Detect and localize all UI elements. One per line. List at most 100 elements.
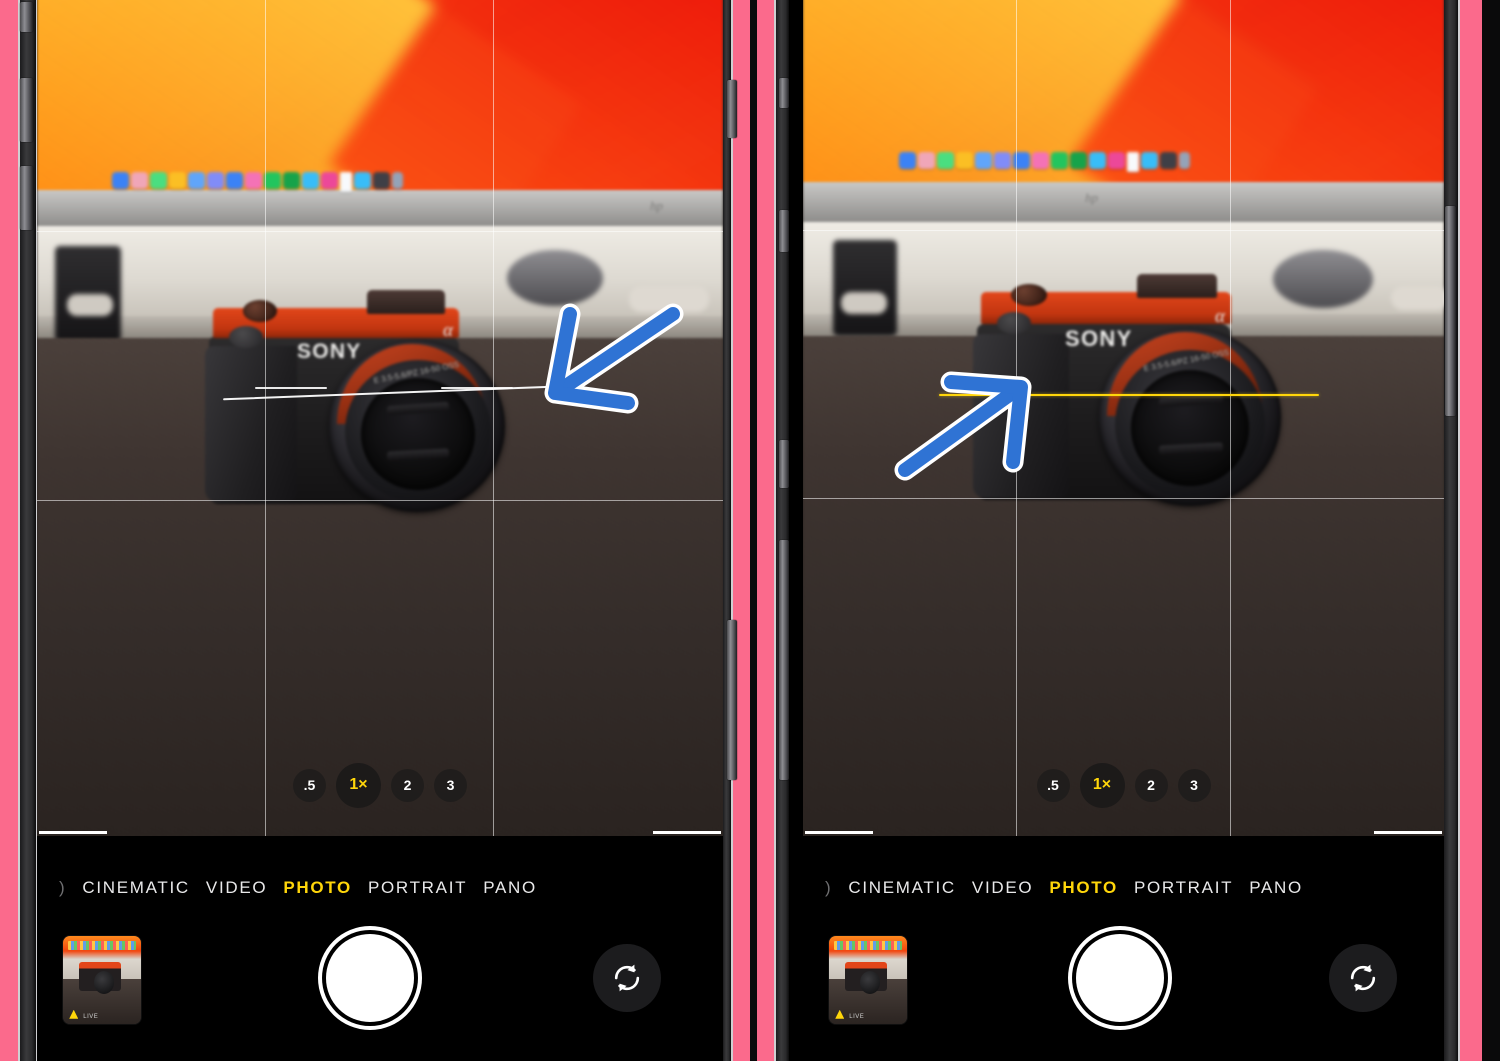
mode-photo[interactable]: PHOTO xyxy=(275,878,360,898)
dock-icon-youtube xyxy=(321,172,338,189)
phone-right-frame-metal xyxy=(1444,0,1458,1061)
phone-left-screen: hp SONY α E 3.5-5.6/PZ 16-50 OSS .5 1× 2… xyxy=(37,0,723,1061)
frame-corner-bottom-right xyxy=(1374,831,1442,834)
mode-photo[interactable]: PHOTO xyxy=(1041,878,1126,898)
phone-right-volume-rail[interactable] xyxy=(779,540,789,780)
mode-selector-left[interactable]: ) CINEMATIC VIDEO PHOTO PORTRAIT PANO xyxy=(37,871,723,905)
alpha-mark: α xyxy=(443,320,453,341)
sony-wordmark: SONY xyxy=(297,340,362,363)
zoom-option-1x[interactable]: 1× xyxy=(1079,762,1125,808)
gap-shadow xyxy=(750,0,757,1061)
zoom-selector-right[interactable]: .5 1× 2 3 xyxy=(803,761,1444,809)
phone-left-bezel-edge xyxy=(36,0,37,1061)
camera-shutter-dial xyxy=(997,312,1031,334)
mode-pano[interactable]: PANO xyxy=(475,878,545,898)
dock-icon-trash xyxy=(392,172,403,189)
zoom-option-1x[interactable]: 1× xyxy=(336,762,381,808)
zoom-option-2x[interactable]: 2 xyxy=(391,768,424,802)
dock-icon-terminal xyxy=(1160,152,1177,169)
viewfinder-left[interactable]: hp SONY α E 3.5-5.6/PZ 16-50 OSS .5 1× 2… xyxy=(37,0,723,836)
phone-right-volume-up-button[interactable] xyxy=(779,210,789,252)
dock-icon-whatsapp xyxy=(1051,152,1068,169)
mode-cinematic[interactable]: CINEMATIC xyxy=(840,878,964,898)
dock-icon-finder-folder xyxy=(354,172,371,189)
dock-icon-chrome xyxy=(302,172,319,189)
dock-icon-finder xyxy=(112,172,129,189)
zoom-option-0.5x[interactable]: .5 xyxy=(1036,768,1070,802)
mode-selector-right[interactable]: ) CINEMATIC VIDEO PHOTO PORTRAIT PANO xyxy=(803,871,1444,905)
frame-corner-bottom-left xyxy=(805,831,873,834)
background-prop-cable xyxy=(1391,286,1444,310)
phone-left-frame-color xyxy=(0,0,18,1061)
mode-video[interactable]: VIDEO xyxy=(198,878,275,898)
volume-up-button[interactable] xyxy=(20,78,33,142)
alpha-mark: α xyxy=(1215,306,1225,327)
mode-portrait[interactable]: PORTRAIT xyxy=(1126,878,1241,898)
computer-monitor-screen xyxy=(37,0,723,190)
dock-icon-terminal xyxy=(373,172,390,189)
zoom-option-3x[interactable]: 3 xyxy=(434,768,467,802)
phone-left-frame-metal xyxy=(20,0,36,1061)
last-photo-thumbnail[interactable]: LIVE xyxy=(63,936,141,1024)
phone-right-volume-down-button[interactable] xyxy=(779,440,789,488)
side-by-side-screenshot: hp SONY α E 3.5-5.6/PZ 16-50 OSS .5 1× 2… xyxy=(0,0,1500,1061)
thumbnail-live-label: LIVE xyxy=(849,1013,865,1020)
dock-icon-document xyxy=(340,172,352,192)
shutter-button[interactable] xyxy=(326,934,414,1022)
flip-camera-button[interactable] xyxy=(1329,944,1397,1012)
macos-dock xyxy=(899,152,1190,172)
dock-icon-finder-folder xyxy=(1141,152,1158,169)
camera-mode-dial xyxy=(1011,284,1047,306)
camera-controls-right: ) CINEMATIC VIDEO PHOTO PORTRAIT PANO LI… xyxy=(803,836,1444,1061)
annotation-arrow-down-left xyxy=(523,296,693,428)
phone-right-mute-switch[interactable] xyxy=(779,78,789,108)
camera-controls-left: ) CINEMATIC VIDEO PHOTO PORTRAIT PANO LI… xyxy=(37,836,723,1061)
mode-partial-left[interactable]: ) xyxy=(51,878,74,898)
mode-video[interactable]: VIDEO xyxy=(964,878,1041,898)
viewfinder-right[interactable]: hp SONY α E 3.5-5.6/PZ 16-50 OSS .5 1× 2… xyxy=(803,0,1444,836)
mute-switch[interactable] xyxy=(20,2,33,32)
background-prop-cable-loop xyxy=(67,294,113,316)
thumbnail-dock xyxy=(67,941,137,951)
zoom-selector-left[interactable]: .5 1× 2 3 xyxy=(37,761,723,809)
last-photo-thumbnail[interactable]: LIVE xyxy=(829,936,907,1024)
zoom-option-2x[interactable]: 2 xyxy=(1134,768,1168,802)
phone-right-power-button[interactable] xyxy=(1445,206,1456,416)
phone-left-power-button-lower[interactable] xyxy=(727,620,737,780)
shutter-row-right: LIVE xyxy=(803,922,1444,1042)
shutter-button[interactable] xyxy=(1076,934,1164,1022)
volume-down-button[interactable] xyxy=(20,166,33,230)
phone-left: hp SONY α E 3.5-5.6/PZ 16-50 OSS .5 1× 2… xyxy=(0,0,723,1061)
phone-right: hp SONY α E 3.5-5.6/PZ 16-50 OSS .5 1× 2… xyxy=(789,0,1500,1061)
zoom-option-0.5x[interactable]: .5 xyxy=(293,768,326,802)
dock-icon-photos xyxy=(207,172,224,189)
camera-flip-icon xyxy=(1350,964,1376,992)
camera-shutter-dial xyxy=(229,326,263,348)
phone-left-power-button[interactable] xyxy=(727,80,737,138)
mode-portrait[interactable]: PORTRAIT xyxy=(360,878,475,898)
dock-icon-youtube xyxy=(1108,152,1125,169)
dock-icon-facetime xyxy=(1070,152,1087,169)
dock-icon-notes xyxy=(956,152,973,169)
gap-between-phones xyxy=(723,0,789,1061)
mode-cinematic[interactable]: CINEMATIC xyxy=(74,878,198,898)
background-prop-speaker xyxy=(833,240,897,336)
mode-partial-left[interactable]: ) xyxy=(817,878,840,898)
phone-right-left-frame-color xyxy=(757,0,774,1061)
dock-icon-photos xyxy=(994,152,1011,169)
dock-icon-mail xyxy=(975,152,992,169)
dock-icon-messages xyxy=(937,152,954,169)
dock-icon-launchpad xyxy=(131,172,148,189)
hp-logo: hp xyxy=(1085,190,1098,205)
mode-pano[interactable]: PANO xyxy=(1241,878,1311,898)
hp-logo: hp xyxy=(650,198,663,213)
sony-wordmark: SONY xyxy=(1065,326,1133,351)
flip-camera-button[interactable] xyxy=(593,944,661,1012)
phone-right-screen: hp SONY α E 3.5-5.6/PZ 16-50 OSS .5 1× 2… xyxy=(803,0,1444,1061)
zoom-option-3x[interactable]: 3 xyxy=(1177,768,1211,802)
dock-icon-safari xyxy=(1013,152,1030,169)
dock-icon-music xyxy=(1032,152,1049,169)
dock-icon-finder xyxy=(899,152,916,169)
dock-icon-notes xyxy=(169,172,186,189)
level-reference-segment-left xyxy=(255,387,327,389)
